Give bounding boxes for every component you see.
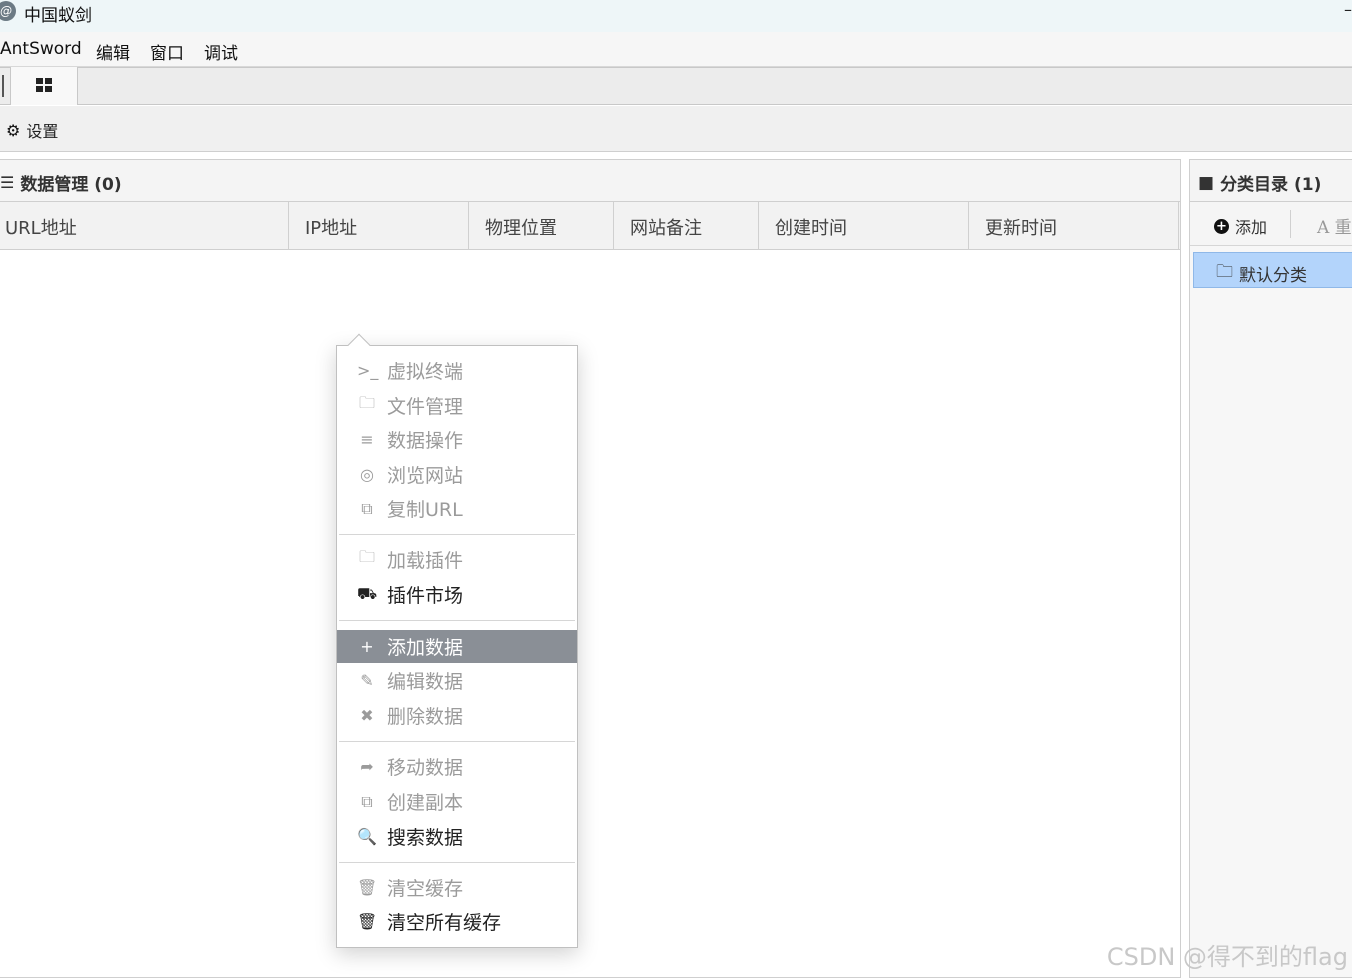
list-icon: ☰ <box>0 173 15 192</box>
column-created[interactable]: 创建时间 <box>759 202 969 250</box>
add-category-label: 添加 <box>1235 218 1268 237</box>
menu-debug[interactable]: 调试 <box>204 39 238 64</box>
folder-icon: 🗀 <box>358 393 375 412</box>
context-menu-item[interactable]: + 添加数据 <box>337 630 577 663</box>
menu-separator <box>339 741 575 742</box>
copy-icon: ⧉ <box>361 498 373 518</box>
trash-icon: 🗑 <box>357 878 378 897</box>
context-menu-item-label: 移动数据 <box>387 757 464 779</box>
tab-home[interactable] <box>10 67 78 105</box>
context-menu-item-label: 创建副本 <box>387 792 464 814</box>
chrome-icon: ◎ <box>360 465 374 484</box>
context-menu-item-label: 虚拟终端 <box>387 361 464 383</box>
data-panel-title: ☰ 数据管理 (0) <box>0 170 122 195</box>
app-logo-icon: @ <box>0 1 16 21</box>
cart-icon: ⛟ <box>357 584 378 603</box>
context-menu-item-label: 添加数据 <box>387 637 464 659</box>
context-menu-item[interactable]: ≡ 数据操作 <box>337 423 577 456</box>
menu-window[interactable]: 窗口 <box>150 39 184 64</box>
toolbar-divider <box>1290 210 1291 238</box>
window-title: 中国蚁剑 <box>24 6 92 26</box>
data-panel: ☰ 数据管理 (0) URL地址 IP地址 物理位置 网站备注 创建时间 更新时… <box>0 159 1181 978</box>
terminal-icon: >_ <box>357 361 379 380</box>
context-menu-item-label: 复制URL <box>387 499 463 521</box>
context-menu-item[interactable]: >_ 虚拟终端 <box>337 354 577 387</box>
tab-bar <box>0 67 1352 105</box>
column-note[interactable]: 网站备注 <box>614 202 759 250</box>
context-menu-item-label: 编辑数据 <box>387 671 464 693</box>
settings-label: 设置 <box>26 122 59 141</box>
context-menu-item[interactable]: ⧉ 复制URL <box>337 492 577 525</box>
folder-icon: 🗀 <box>358 547 375 566</box>
context-menu-item[interactable]: ✎ 编辑数据 <box>337 664 577 697</box>
context-menu-item-label: 搜索数据 <box>387 827 464 849</box>
context-menu-item-label: 插件市场 <box>387 585 464 607</box>
trash-icon: 🗑 <box>357 912 378 931</box>
grid-icon <box>36 78 52 92</box>
column-headers: URL地址 IP地址 物理位置 网站备注 创建时间 更新时间 <box>0 202 1180 250</box>
menu-antsword[interactable]: AntSword <box>0 39 82 59</box>
tab-scroll-left[interactable] <box>0 75 4 97</box>
category-item-default[interactable]: 🗀 默认分类 <box>1193 252 1352 288</box>
column-ip[interactable]: IP地址 <box>289 202 469 250</box>
title-bar: @ 中国蚁剑 – <box>0 0 1352 32</box>
plus-circle-icon: + <box>360 637 374 656</box>
context-menu-item[interactable]: 🗀 加载插件 <box>337 543 577 576</box>
context-menu-item[interactable]: ◎ 浏览网站 <box>337 458 577 491</box>
context-menu-item[interactable]: ⧉ 创建副本 <box>337 785 577 818</box>
menu-separator <box>339 862 575 863</box>
close-icon: ✖ <box>360 706 374 725</box>
data-panel-title-text: 数据管理 (0) <box>20 175 122 195</box>
context-menu-item-label: 数据操作 <box>387 430 464 452</box>
settings-button[interactable]: ⚙ 设置 <box>6 118 58 142</box>
context-menu-item[interactable]: ⛟ 插件市场 <box>337 578 577 611</box>
rename-category-button[interactable]: A 重 <box>1317 213 1352 238</box>
context-menu-item[interactable]: 🗑 清空所有缓存 <box>337 905 577 938</box>
category-title: ■ 分类目录 (1) <box>1198 170 1322 196</box>
menu-separator <box>339 534 575 535</box>
context-menu-item[interactable]: 🔍 搜索数据 <box>337 820 577 853</box>
gear-icon: ⚙ <box>6 120 21 140</box>
copy-icon: ⧉ <box>361 791 373 811</box>
menu-edit[interactable]: 编辑 <box>96 39 130 64</box>
search-icon: 🔍 <box>357 827 377 846</box>
folder-icon: 🗀 <box>1216 261 1233 282</box>
context-menu: >_ 虚拟终端 🗀 文件管理 ≡ 数据操作 ◎ 浏览网站 ⧉ 复制URL 🗀 加载插件 ⛟ 插件市场 + 添加… <box>336 333 578 948</box>
menu-bar: AntSword 编辑 窗口 调试 <box>0 32 1352 67</box>
add-category-button[interactable]: + 添加 <box>1214 214 1267 238</box>
context-menu-item[interactable]: ✖ 删除数据 <box>337 699 577 732</box>
context-menu-item[interactable]: 🗀 文件管理 <box>337 389 577 422</box>
column-updated[interactable]: 更新时间 <box>969 202 1179 250</box>
category-title-text: 分类目录 (1) <box>1220 175 1322 195</box>
folder-icon: ■ <box>1198 172 1215 193</box>
context-menu-item-label: 清空缓存 <box>387 878 464 900</box>
edit-icon: ✎ <box>360 671 374 690</box>
toolbar: ⚙ 设置 <box>0 106 1352 152</box>
plus-circle-icon: + <box>1214 218 1229 234</box>
database-icon: ≡ <box>360 430 374 449</box>
category-item-label: 默认分类 <box>1239 265 1307 286</box>
column-location[interactable]: 物理位置 <box>469 202 614 250</box>
context-menu-item-label: 删除数据 <box>387 706 464 728</box>
minimize-button[interactable]: – <box>1344 0 1352 19</box>
category-panel: ■ 分类目录 (1) + 添加 A 重 🗀 默认分类 <box>1189 159 1352 978</box>
menu-separator <box>339 620 575 621</box>
column-url[interactable]: URL地址 <box>0 202 289 250</box>
context-menu-item-label: 文件管理 <box>387 396 464 418</box>
category-header: ■ 分类目录 (1) <box>1190 160 1352 202</box>
watermark: CSDN @得不到的flag <box>1106 943 1348 971</box>
share-icon: ➦ <box>360 757 374 776</box>
category-toolbar: + 添加 A 重 <box>1190 202 1352 246</box>
data-panel-header: ☰ 数据管理 (0) <box>0 160 1180 202</box>
context-menu-item[interactable]: ➦ 移动数据 <box>337 750 577 783</box>
context-menu-item-label: 清空所有缓存 <box>387 912 502 934</box>
context-menu-item-label: 浏览网站 <box>387 465 464 487</box>
context-menu-item[interactable]: 🗑 清空缓存 <box>337 871 577 904</box>
context-menu-item-label: 加载插件 <box>387 550 464 572</box>
